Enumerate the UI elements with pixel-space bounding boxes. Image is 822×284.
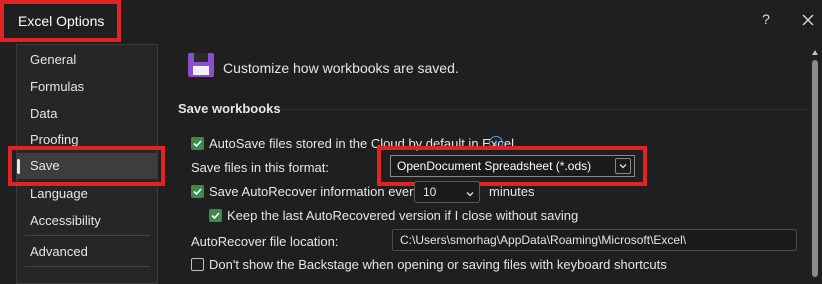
section-divider [280, 109, 810, 110]
sidebar-item-accessibility[interactable]: Accessibility [17, 208, 157, 234]
sidebar-item-label: Proofing [30, 132, 79, 147]
section-title: Save workbooks [178, 101, 281, 116]
scroll-up-icon[interactable] [811, 45, 819, 55]
save-annotation-box [8, 146, 165, 186]
save-icon [187, 52, 215, 78]
keep-last-label: Keep the last AutoRecovered version if I… [227, 208, 579, 223]
backstage-label: Don't show the Backstage when opening or… [209, 257, 667, 272]
sidebar-item-label: Data [30, 106, 58, 121]
minutes-label: minutes [489, 184, 535, 199]
sidebar-item-advanced[interactable]: Advanced [17, 239, 157, 265]
close-icon [802, 14, 814, 26]
autorecover-minutes-spinner[interactable]: 10 [414, 181, 480, 203]
autorecover-minutes-value: 10 [423, 185, 437, 199]
sidebar-item-general[interactable]: General [17, 47, 157, 73]
sidebar-item-label: General [30, 52, 77, 67]
checkmark-icon [193, 188, 202, 196]
autorecover-label: Save AutoRecover information every [209, 184, 420, 199]
format-label: Save files in this format: [191, 160, 329, 175]
title-bar: Excel Options ? [0, 0, 822, 42]
close-button[interactable] [798, 9, 818, 31]
chevron-down-icon[interactable] [465, 187, 475, 197]
autorecover-checkbox[interactable] [191, 185, 204, 198]
sidebar-item-data[interactable]: Data [17, 101, 157, 127]
checkmark-icon [211, 212, 220, 220]
sidebar-divider [25, 235, 150, 236]
autorecover-location-input[interactable]: C:\Users\smorhag\AppData\Roaming\Microso… [392, 229, 797, 251]
sidebar-item-formulas[interactable]: Formulas [17, 74, 157, 100]
scrollbar-thumb[interactable] [812, 60, 818, 277]
backstage-checkbox[interactable] [191, 258, 204, 271]
help-button[interactable]: ? [758, 11, 774, 29]
sidebar-item-label: Language [30, 186, 88, 201]
sidebar-item-label: Advanced [30, 244, 88, 259]
sidebar-divider [25, 266, 150, 267]
format-annotation-box [377, 146, 647, 186]
autorecover-location-value: C:\Users\smorhag\AppData\Roaming\Microso… [400, 233, 687, 247]
keep-last-checkbox[interactable] [209, 209, 222, 222]
autosave-checkbox[interactable] [191, 137, 204, 150]
title-annotation-box [0, 0, 121, 42]
sidebar-item-label: Accessibility [30, 213, 101, 228]
location-label: AutoRecover file location: [191, 234, 339, 249]
checkmark-icon [193, 140, 202, 148]
sidebar-item-label: Formulas [30, 79, 85, 94]
page-header-text: Customize how workbooks are saved. [223, 60, 459, 76]
